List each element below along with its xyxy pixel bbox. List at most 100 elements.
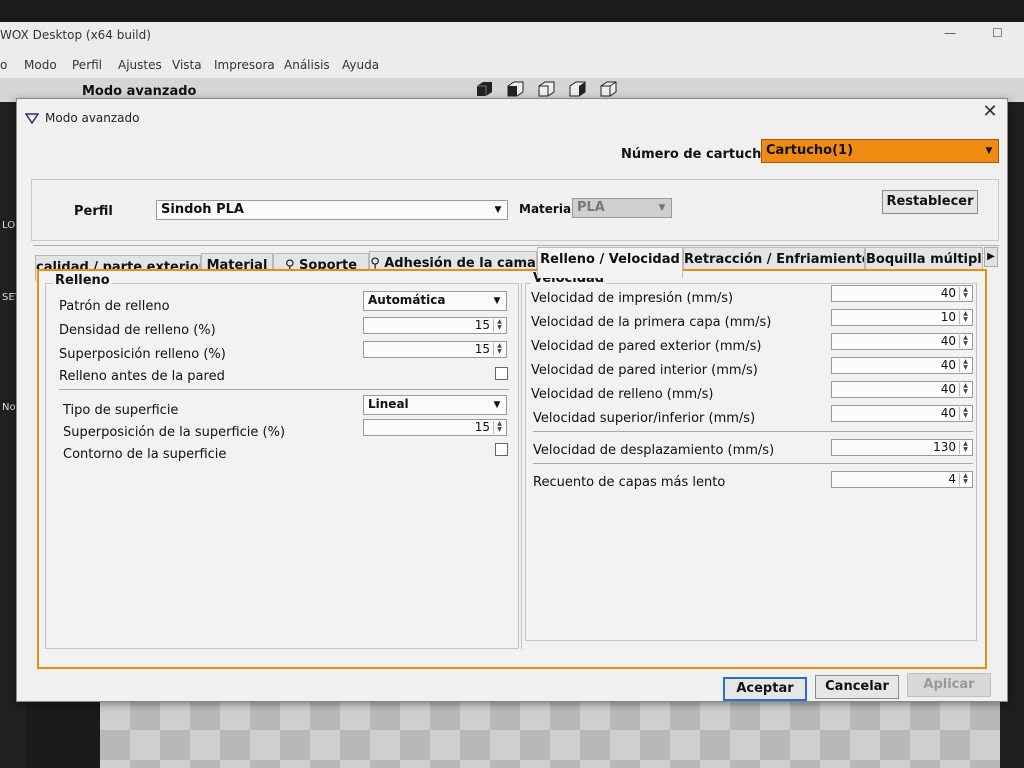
speed-inner-wall-value: 40 [940,358,956,372]
chevron-down-icon: ▼ [493,400,501,410]
tab-infill-speed[interactable]: Relleno / Velocidad [537,247,683,278]
app-titlebar: WOX Desktop (x64 build) — ☐ [0,22,1024,52]
speed-first-layer-value: 10 [940,310,956,324]
infill-before-wall-label: Relleno antes de la pared [59,369,225,384]
spinner-arrows-icon[interactable]: ▲ ▼ [493,343,505,356]
material-select: PLA ▼ [572,198,672,218]
spinner-arrows-icon[interactable]: ▲ ▼ [959,407,971,420]
profile-select[interactable]: Sindoh PLA ▼ [156,200,508,220]
spinner-arrows-icon[interactable]: ▲ ▼ [959,473,971,486]
view-wire-cube-icon[interactable] [598,80,618,98]
maximize-icon[interactable]: ☐ [992,26,1003,40]
speed-first-layer-input[interactable]: 10 ▲ ▼ [831,309,973,326]
profile-value: Sindoh PLA [161,202,244,217]
reset-button[interactable]: Restablecer [882,190,978,214]
menu-item-perfil[interactable]: Perfil [72,58,102,72]
speed-print-label: Velocidad de impresión (mm/s) [531,291,734,306]
surface-type-value: Lineal [368,397,409,411]
view-top-cube-icon[interactable] [567,80,587,98]
infill-speed-panel: Relleno Patrón de relleno Automática ▼ D… [37,269,987,669]
infill-pattern-value: Automática [368,293,446,307]
infill-before-wall-checkbox[interactable] [495,367,508,380]
minimize-icon[interactable]: — [944,26,956,40]
build-plate-floor [100,700,1000,768]
menu-item-analisis[interactable]: Análisis [284,58,330,72]
spinner-arrows-icon[interactable]: ▲ ▼ [959,441,971,454]
speed-infill-label: Velocidad de relleno (mm/s) [531,387,714,402]
close-icon[interactable]: ✕ [979,101,1001,123]
menu-item-ayuda[interactable]: Ayuda [342,58,379,72]
infill-group-title: Relleno [53,273,112,288]
spinner-arrows-icon[interactable]: ▲ ▼ [959,359,971,372]
surface-overlap-input[interactable]: 15 ▲ ▼ [363,419,507,436]
cancel-button[interactable]: Cancelar [815,675,899,699]
spinner-arrows-icon[interactable]: ▲ ▼ [959,383,971,396]
chevron-down-icon: ▼ [658,203,666,213]
menu-item-modo[interactable]: Modo [24,58,57,72]
advanced-mode-dialog: Modo avanzado ✕ Número de cartucho Cartu… [16,98,1008,702]
menu-item-archivo[interactable]: o [0,58,7,72]
tab-scroll-right-icon[interactable]: ▶ [984,247,998,267]
cartridge-select[interactable]: Cartucho(1) ▼ [761,139,999,163]
material-label: Material [519,202,576,216]
surface-contour-checkbox[interactable] [495,443,508,456]
menu-item-vista[interactable]: Vista [172,58,202,72]
speed-outer-wall-label: Velocidad de pared exterior (mm/s) [531,339,762,354]
infill-pattern-select[interactable]: Automática ▼ [363,291,507,311]
speed-top-bottom-input[interactable]: 40 ▲ ▼ [831,405,973,422]
menu-item-impresora[interactable]: Impresora [214,58,275,72]
view-front-cube-icon[interactable] [505,80,525,98]
travel-speed-value: 130 [933,440,956,454]
infill-overlap-label: Superposición relleno (%) [59,347,226,362]
profile-label: Perfil [74,204,113,219]
side-label-no: No [2,402,16,413]
spinner-arrows-icon[interactable]: ▲ ▼ [493,319,505,332]
slow-layers-value: 4 [948,472,956,486]
spinner-arrows-icon[interactable]: ▲ ▼ [959,335,971,348]
spinner-arrows-icon[interactable]: ▲ ▼ [493,421,505,434]
speed-outer-wall-value: 40 [940,334,956,348]
chevron-down-icon: ▼ [985,146,993,156]
infill-density-label: Densidad de relleno (%) [59,323,216,338]
surface-overlap-label: Superposición de la superficie (%) [63,425,286,440]
chevron-down-icon: ▼ [494,205,502,215]
spinner-arrows-icon[interactable]: ▲ ▼ [959,287,971,300]
spinner-arrows-icon[interactable]: ▲ ▼ [959,311,971,324]
infill-density-value: 15 [474,318,490,332]
speed-infill-value: 40 [940,382,956,396]
speed-inner-wall-input[interactable]: 40 ▲ ▼ [831,357,973,374]
app-menubar: o Modo Perfil Ajustes Vista Impresora An… [0,52,1024,78]
material-value: PLA [577,200,605,215]
app-title: WOX Desktop (x64 build) [0,28,151,42]
chevron-down-icon: ▼ [493,296,501,306]
cartridge-value: Cartucho(1) [766,143,854,158]
view-solid-cube-icon[interactable] [474,80,494,98]
cartridge-label: Número de cartucho [621,147,771,162]
speed-outer-wall-input[interactable]: 40 ▲ ▼ [831,333,973,350]
infill-pattern-label: Patrón de relleno [59,299,170,314]
travel-speed-input[interactable]: 130 ▲ ▼ [831,439,973,456]
apply-button: Aplicar [907,673,991,697]
speed-inner-wall-label: Velocidad de pared interior (mm/s) [531,363,758,378]
accept-button[interactable]: Aceptar [723,677,807,701]
infill-density-input[interactable]: 15 ▲ ▼ [363,317,507,334]
side-label-lo: LO [2,220,16,231]
menu-item-ajustes[interactable]: Ajustes [118,58,162,72]
speed-print-input[interactable]: 40 ▲ ▼ [831,285,973,302]
surface-contour-label: Contorno de la superficie [63,447,227,462]
speed-infill-input[interactable]: 40 ▲ ▼ [831,381,973,398]
toolbar-title: Modo avanzado [82,84,197,99]
speed-print-value: 40 [940,286,956,300]
separator-line [33,245,999,246]
infill-overlap-input[interactable]: 15 ▲ ▼ [363,341,507,358]
screen-top-bezel [0,0,1024,18]
surface-type-select[interactable]: Lineal ▼ [363,395,507,415]
speed-divider-1 [533,431,973,432]
slow-layers-input[interactable]: 4 ▲ ▼ [831,471,973,488]
speed-top-bottom-label: Velocidad superior/inferior (mm/s) [533,411,756,426]
infill-overlap-value: 15 [474,342,490,356]
speed-divider-2 [533,463,973,464]
view-side-cube-icon[interactable] [536,80,556,98]
infill-divider [59,389,509,390]
profile-group: Perfil Sindoh PLA ▼ Material PLA ▼ Resta… [31,179,999,241]
